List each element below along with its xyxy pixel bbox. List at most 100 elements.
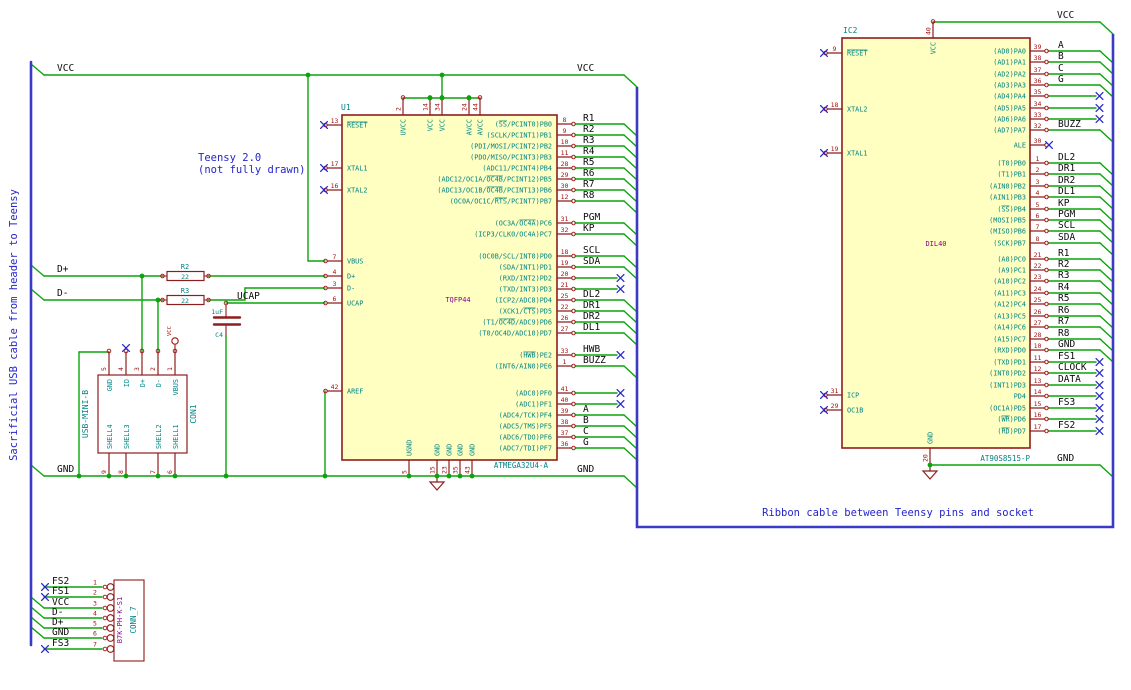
net-label[interactable]: VCC — [1057, 10, 1074, 21]
net-label[interactable]: UCAP — [237, 291, 260, 302]
u1-footprint[interactable]: TQFP44 — [445, 296, 470, 304]
con1-value[interactable]: USB-MINI-B — [81, 390, 90, 438]
net-label[interactable]: R7 — [583, 179, 594, 190]
net-label[interactable]: GND — [57, 464, 74, 475]
net-label[interactable]: SCL — [583, 245, 600, 256]
net-label[interactable]: DL1 — [583, 322, 600, 333]
c4-value[interactable]: 1uF — [211, 308, 223, 316]
net-label[interactable]: DL2 — [1058, 152, 1075, 163]
net-label[interactable]: A — [1058, 40, 1064, 51]
net-label[interactable]: R3 — [583, 135, 594, 146]
net-label[interactable]: VCC — [57, 63, 74, 74]
net-label[interactable]: FS1 — [52, 586, 69, 597]
net-label[interactable]: R5 — [583, 157, 594, 168]
ic2-footprint[interactable]: DIL40 — [925, 240, 946, 248]
net-label[interactable]: R3 — [1058, 270, 1069, 281]
net-label[interactable]: DR2 — [1058, 175, 1075, 186]
net-label[interactable]: FS3 — [1058, 397, 1075, 408]
net-label[interactable]: G — [583, 437, 589, 448]
pin-number: 25 — [561, 292, 569, 300]
wire-segment — [623, 332, 638, 346]
net-label[interactable]: KP — [583, 223, 595, 234]
net-label[interactable]: GND — [1057, 453, 1074, 464]
pin-number: 34 — [1034, 100, 1042, 108]
schematic-canvas[interactable]: U1 ATMEGA32U4-A TQFP44 13 RESET 17 XTAL1 16 XTAL… — [0, 0, 1131, 690]
net-label[interactable]: R5 — [1058, 293, 1069, 304]
net-label[interactable]: GND — [52, 627, 69, 638]
net-label[interactable]: R1 — [583, 113, 595, 124]
net-label[interactable]: R6 — [583, 168, 595, 179]
net-label[interactable]: B — [583, 415, 589, 426]
net-label[interactable]: KP — [1058, 198, 1070, 209]
net-label[interactable]: SCL — [1058, 220, 1075, 231]
net-label[interactable]: C — [1058, 63, 1064, 74]
net-label[interactable]: B — [1058, 51, 1064, 62]
net-label[interactable]: R4 — [1058, 282, 1070, 293]
net-label[interactable]: BUZZ — [583, 355, 606, 366]
pin-name: D+ — [139, 379, 147, 387]
pin-name: (ADC4/TCK)PF4 — [499, 412, 552, 420]
net-label[interactable]: D+ — [57, 264, 69, 275]
u1-reference[interactable]: U1 — [341, 103, 351, 112]
r3-reference[interactable]: R3 — [181, 287, 189, 295]
r2-value[interactable]: 22 — [181, 273, 189, 281]
wire-segment — [1099, 50, 1114, 64]
ic2-reference[interactable]: IC2 — [843, 26, 858, 35]
junction-dot — [439, 95, 445, 101]
net-label[interactable]: DATA — [1058, 374, 1081, 385]
con1-reference[interactable]: CON1 — [189, 404, 198, 423]
net-label[interactable]: C — [583, 426, 589, 437]
net-label[interactable]: SDA — [583, 256, 600, 267]
net-label[interactable]: R2 — [1058, 259, 1069, 270]
pin-number: 33 — [1034, 111, 1042, 119]
pin-name: VBUS — [347, 258, 363, 266]
net-label[interactable]: CLOCK — [1058, 362, 1087, 373]
r2-reference[interactable]: R2 — [181, 263, 189, 271]
note-teensy: (not fully drawn) — [198, 164, 305, 176]
net-label[interactable]: PGM — [1058, 209, 1075, 220]
net-label[interactable]: G — [1058, 74, 1064, 85]
pin-number: 34 — [434, 103, 442, 111]
net-label[interactable]: R8 — [1058, 328, 1070, 339]
net-label[interactable]: R1 — [1058, 248, 1070, 259]
net-label[interactable]: DR1 — [583, 300, 600, 311]
net-label[interactable]: R7 — [1058, 316, 1069, 327]
pin-number: 2 — [93, 589, 97, 597]
net-label[interactable]: FS1 — [1058, 351, 1075, 362]
r3-value[interactable]: 22 — [181, 297, 189, 305]
pin-name: SHELL4 — [106, 424, 114, 449]
wire-segment — [623, 167, 638, 181]
pin-name: XTAL2 — [347, 187, 367, 195]
c4-reference[interactable]: C4 — [215, 331, 223, 339]
ic2-value[interactable]: AT90S8515-P — [980, 454, 1030, 463]
net-label[interactable]: FS3 — [52, 638, 69, 649]
net-label[interactable]: A — [583, 404, 589, 415]
net-label[interactable]: BUZZ — [1058, 119, 1081, 130]
pin-end-circle — [102, 615, 108, 621]
net-label[interactable]: GND — [577, 464, 594, 475]
net-label[interactable]: R8 — [583, 190, 595, 201]
net-label[interactable]: DR1 — [1058, 163, 1075, 174]
net-label[interactable]: D- — [57, 288, 68, 299]
conn7-footprint[interactable]: B7K-PH-K-S1 — [116, 597, 124, 643]
u1-value[interactable]: ATMEGA32U4-A — [494, 461, 549, 470]
net-label[interactable]: HWB — [583, 344, 600, 355]
net-label[interactable]: FS2 — [1058, 420, 1075, 431]
conn7-reference[interactable]: CONN_7 — [129, 606, 138, 633]
pin-name: SHELL3 — [123, 424, 131, 449]
net-label[interactable]: GND — [1058, 339, 1075, 350]
pin-number: 32 — [1034, 122, 1042, 130]
pin-name: GND — [434, 444, 442, 456]
gnd-symbol — [921, 470, 939, 480]
net-label[interactable]: SDA — [1058, 232, 1075, 243]
net-label[interactable]: DL2 — [583, 289, 600, 300]
components-layer[interactable] — [97, 19, 1049, 662]
net-label[interactable]: R6 — [1058, 305, 1070, 316]
net-label[interactable]: R2 — [583, 124, 594, 135]
net-label[interactable]: DR2 — [583, 311, 600, 322]
net-label[interactable]: DL1 — [1058, 186, 1075, 197]
net-label[interactable]: PGM — [583, 212, 600, 223]
net-label[interactable]: VCC — [577, 63, 594, 74]
pin-number: 24 — [1034, 285, 1042, 293]
net-label[interactable]: R4 — [583, 146, 595, 157]
